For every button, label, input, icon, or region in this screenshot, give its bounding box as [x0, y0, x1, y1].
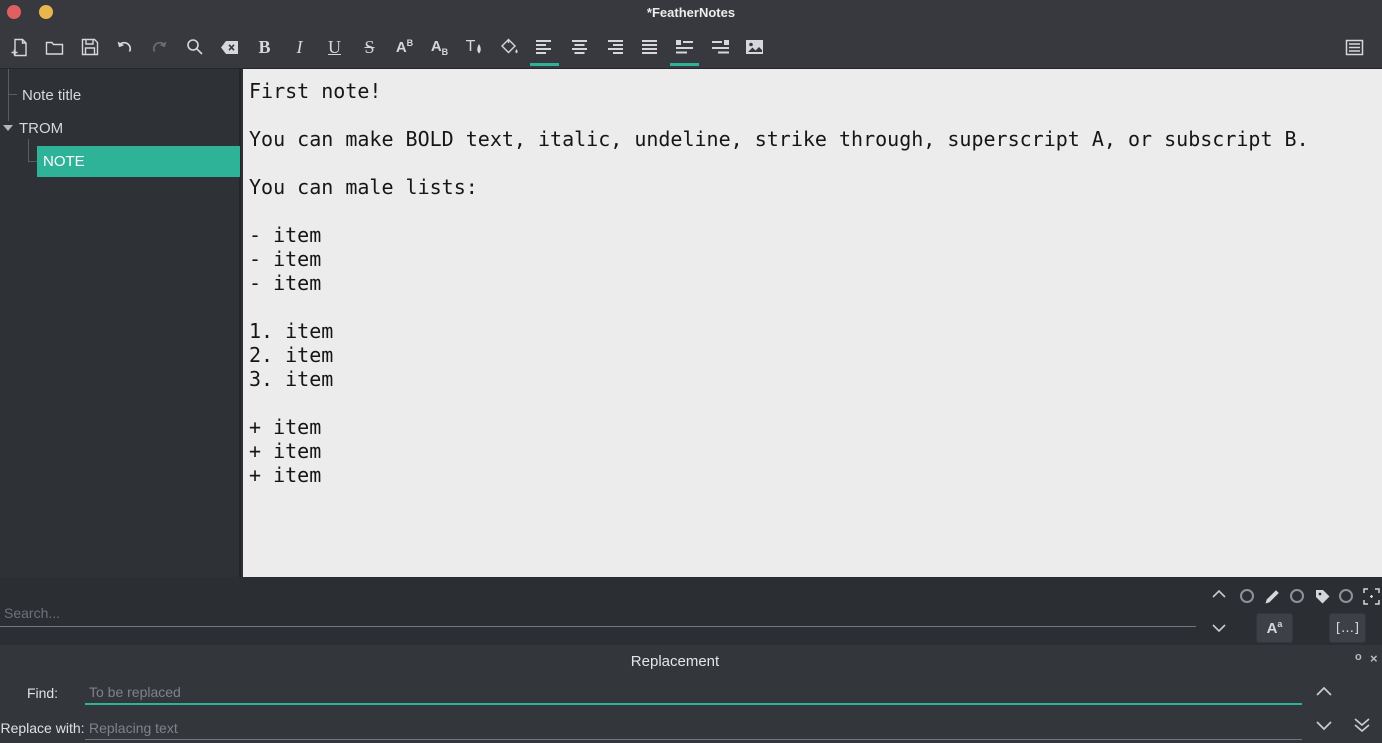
italic-icon: I: [296, 36, 303, 57]
save-button[interactable]: [72, 26, 107, 68]
subscript-button[interactable]: AB: [422, 26, 457, 68]
search-next-button[interactable]: [1209, 620, 1229, 636]
expand-arrow-icon[interactable]: [3, 125, 13, 131]
search-icon: [186, 39, 203, 55]
search-tags-radio[interactable]: [1290, 589, 1304, 603]
notes-tree: Note title TROM NOTE: [0, 69, 241, 577]
search-all-radio[interactable]: [1339, 589, 1353, 603]
ltr-icon: [675, 39, 693, 53]
chevron-down-icon: [1316, 720, 1332, 730]
highlight-color-button[interactable]: [492, 26, 527, 68]
clear-button[interactable]: [212, 26, 247, 68]
tree-guide-line: [28, 139, 29, 162]
new-note-button[interactable]: [2, 26, 37, 68]
find-input[interactable]: [85, 681, 1302, 705]
tree-guide-line: [8, 69, 9, 121]
float-panel-button[interactable]: o: [1355, 651, 1362, 663]
undo-icon: [117, 41, 131, 52]
italic-button[interactable]: I: [282, 26, 317, 68]
chevron-down-icon: [1212, 623, 1226, 632]
underline-button[interactable]: U: [317, 26, 352, 68]
replace-next-button[interactable]: [1310, 717, 1338, 737]
new-note-icon: [11, 38, 27, 56]
search-names-radio[interactable]: [1240, 589, 1254, 603]
text-color-button[interactable]: T: [457, 26, 492, 68]
undo-button[interactable]: [107, 26, 142, 68]
replacement-title: Replacement: [630, 653, 720, 670]
window-title: *FeatherNotes: [646, 5, 736, 20]
open-button[interactable]: [37, 26, 72, 68]
menu-button[interactable]: [1337, 26, 1372, 68]
menu-icon: [1345, 39, 1364, 55]
strikethrough-button[interactable]: S: [352, 26, 387, 68]
align-right-icon: [608, 39, 623, 54]
backspace-icon: [221, 40, 238, 54]
tree-guide-line: [28, 161, 37, 162]
justify-icon: [642, 39, 657, 54]
open-folder-icon: [45, 41, 64, 55]
align-left-button[interactable]: [527, 26, 562, 68]
app-window: *FeatherNotes B I U S AB AB T Note title…: [0, 0, 1382, 743]
tree-item-trom[interactable]: TROM: [19, 118, 63, 138]
tree-item-note-selected[interactable]: NOTE: [37, 146, 240, 177]
toolbar: B I U S AB AB T: [0, 26, 1382, 69]
close-panel-button[interactable]: ×: [1370, 651, 1378, 666]
match-case-button[interactable]: Aa: [1256, 613, 1293, 643]
tag-icon: [1315, 589, 1329, 603]
image-icon: [746, 40, 763, 54]
align-left-icon: [536, 39, 551, 54]
chevron-up-icon: [1316, 686, 1332, 696]
justify-button[interactable]: [632, 26, 667, 68]
superscript-button[interactable]: AB: [387, 26, 422, 68]
bold-button[interactable]: B: [247, 26, 282, 68]
chevron-up-icon: [1212, 589, 1226, 598]
save-icon: [81, 38, 98, 56]
replace-previous-button[interactable]: [1310, 682, 1338, 702]
replace-all-button[interactable]: [1348, 715, 1376, 739]
whole-word-icon: […]: [1335, 620, 1360, 636]
underline-icon: U: [328, 36, 341, 57]
active-indicator: [670, 63, 699, 66]
find-label: Find:: [26, 685, 59, 701]
replace-input[interactable]: [85, 716, 1302, 740]
strikethrough-icon: S: [364, 36, 375, 57]
replace-with-label: Replace with:: [0, 720, 85, 736]
align-center-button[interactable]: [562, 26, 597, 68]
search-in-tags-button[interactable]: [1312, 586, 1332, 606]
pencil-icon: [1265, 589, 1279, 603]
redo-button[interactable]: [142, 26, 177, 68]
text-color-icon: T: [466, 38, 484, 56]
redo-icon: [153, 41, 167, 52]
tree-guide-line: [8, 94, 17, 95]
active-indicator: [530, 63, 559, 66]
search-everywhere-button[interactable]: [1361, 586, 1381, 606]
subscript-icon: AB: [430, 37, 449, 57]
whole-word-button[interactable]: […]: [1329, 613, 1366, 643]
search-previous-button[interactable]: [1209, 585, 1229, 601]
align-right-button[interactable]: [597, 26, 632, 68]
search-in-names-button[interactable]: [1262, 586, 1282, 606]
search-panel: [0, 577, 1382, 645]
search-input[interactable]: [0, 599, 1196, 627]
double-chevron-down-icon: [1354, 718, 1370, 733]
search-button[interactable]: [177, 26, 212, 68]
tree-item-note-title[interactable]: Note title: [22, 85, 81, 105]
rtl-icon: [711, 39, 729, 53]
rtl-button[interactable]: [702, 26, 737, 68]
ltr-button[interactable]: [667, 26, 702, 68]
titlebar: *FeatherNotes: [0, 0, 1382, 26]
note-editor[interactable]: First note! You can make BOLD text, ital…: [243, 69, 1382, 577]
select-all-icon: [1362, 587, 1380, 605]
bold-icon: B: [258, 36, 271, 57]
paint-bucket-icon: [500, 38, 518, 54]
insert-image-button[interactable]: [737, 26, 772, 68]
superscript-icon: AB: [395, 38, 414, 56]
replacement-panel: Replacement o × Find: Replace with:: [0, 645, 1382, 743]
match-case-icon: Aa: [1266, 619, 1283, 637]
align-center-icon: [572, 39, 587, 54]
